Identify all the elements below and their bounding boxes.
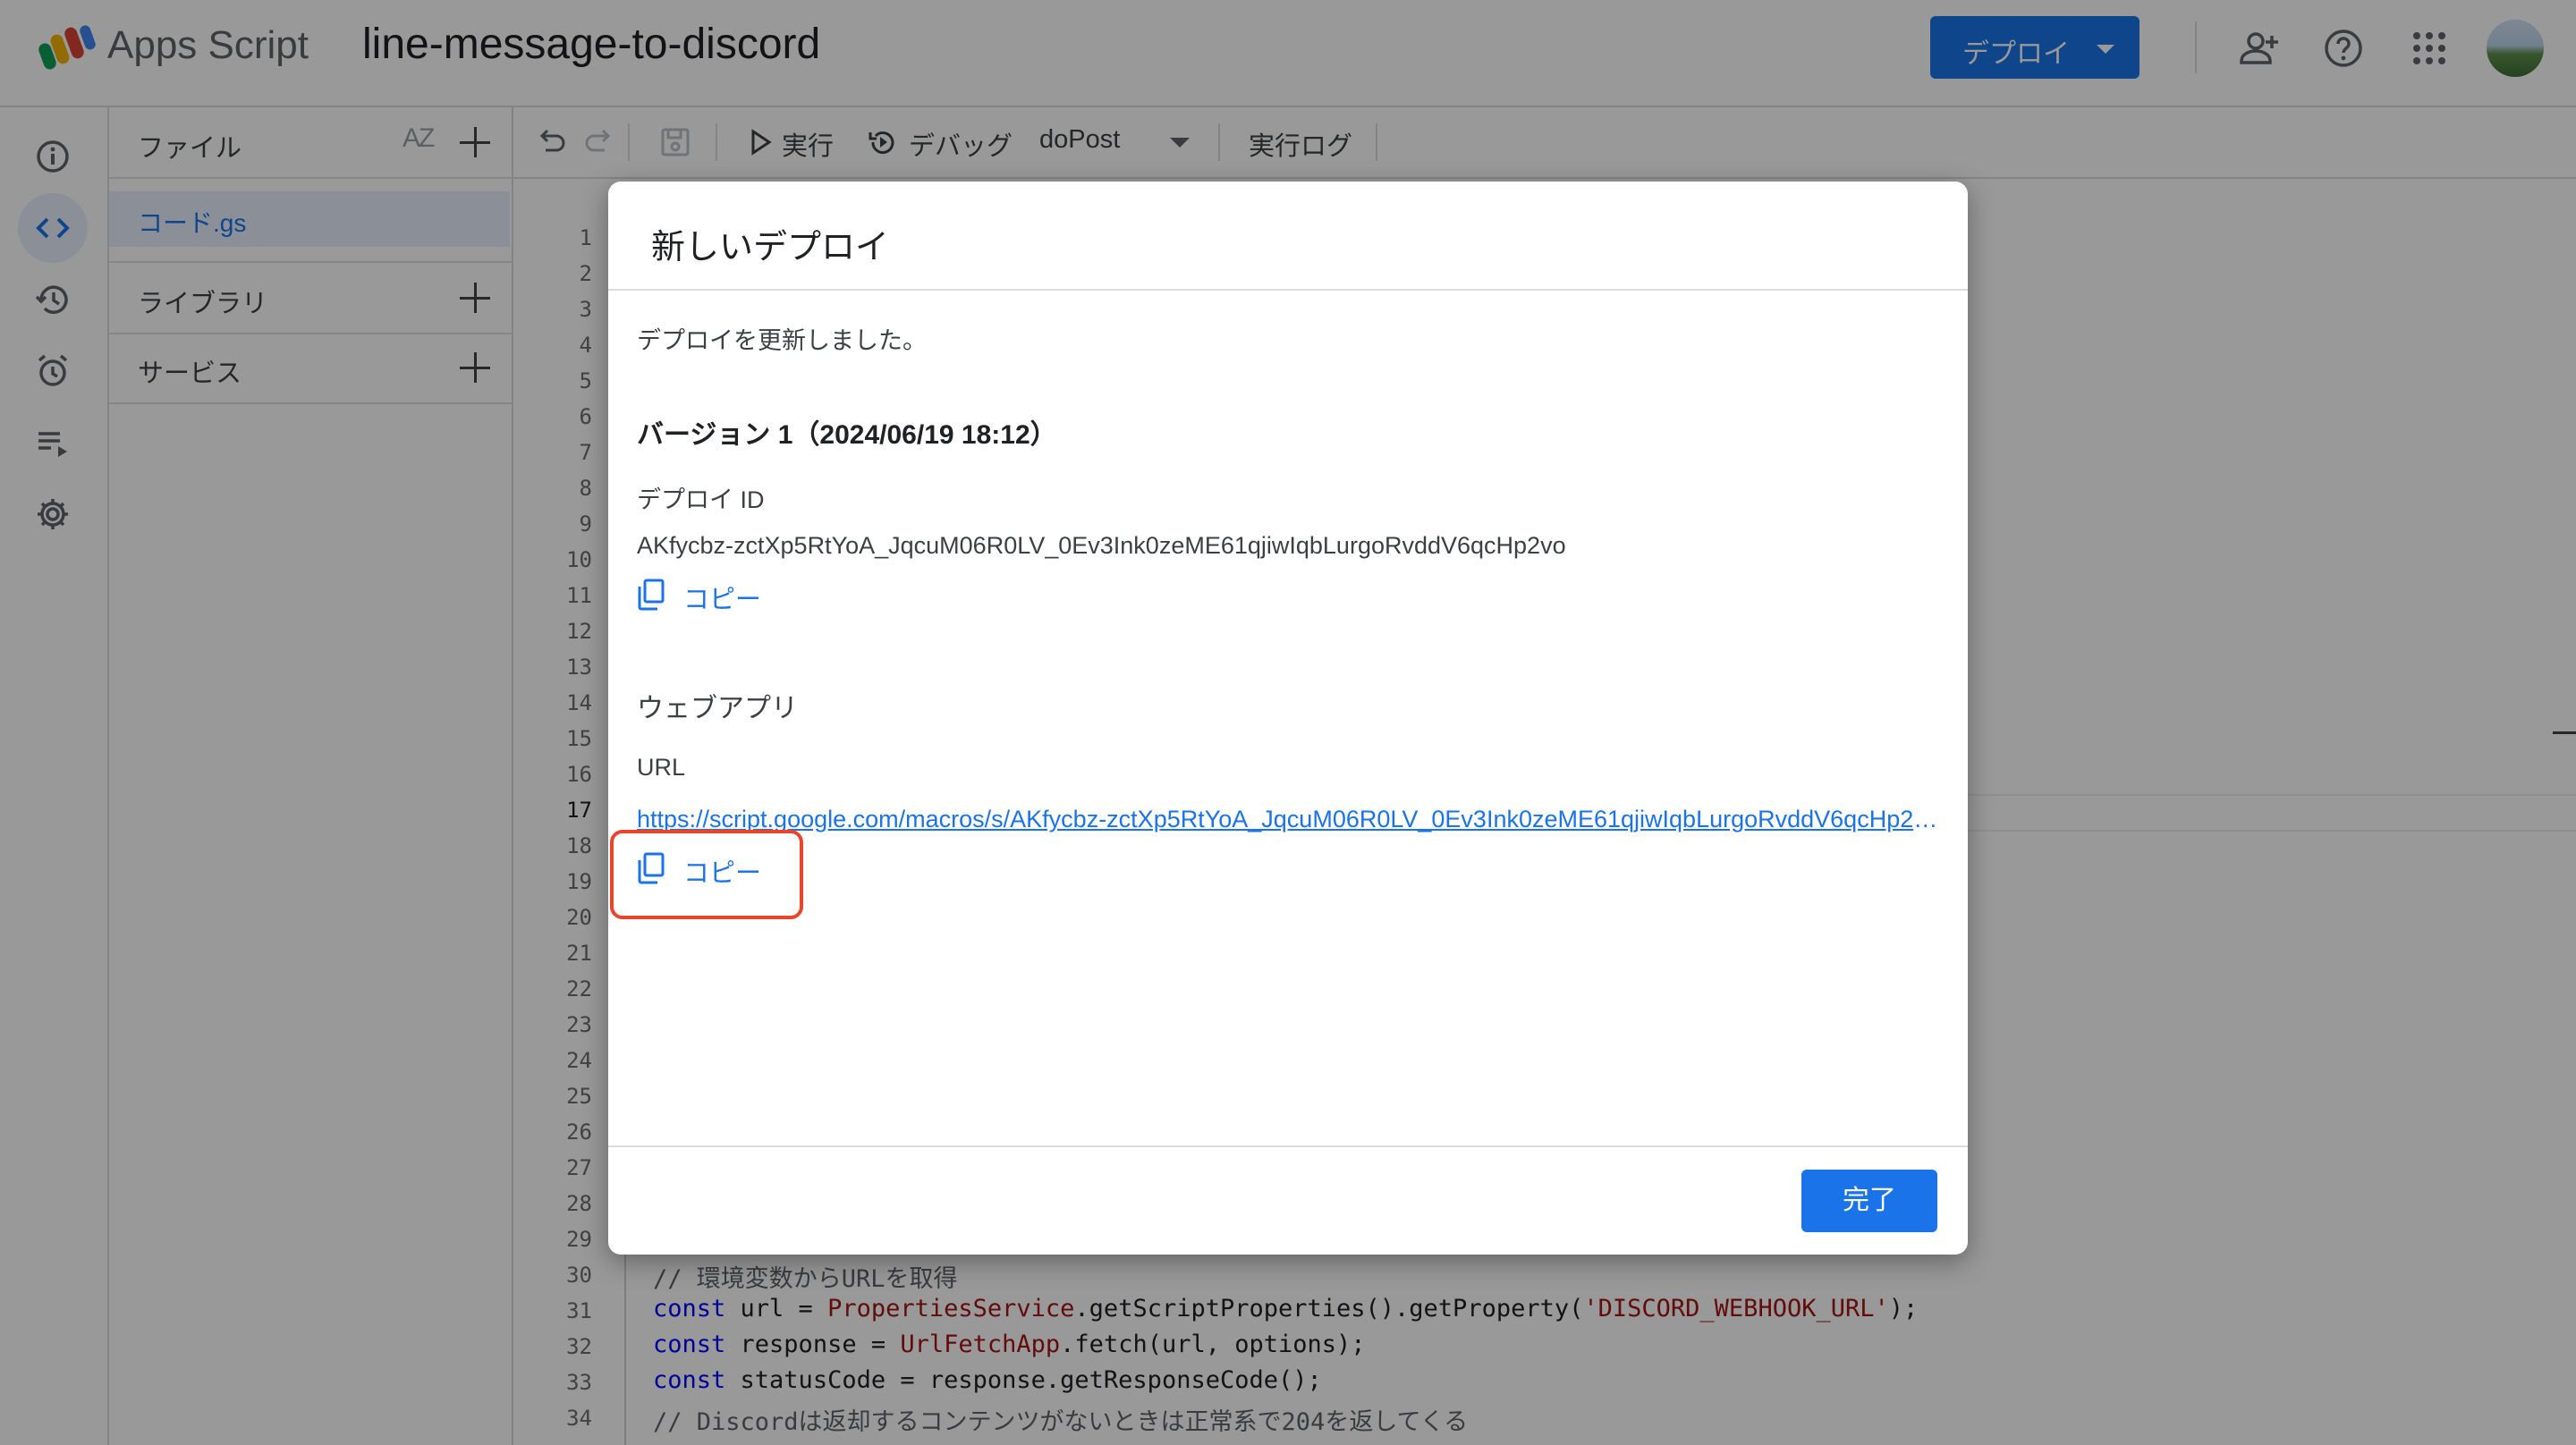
- webapp-url-link[interactable]: https://script.google.com/macros/s/AKfyc…: [637, 806, 1943, 833]
- dialog-footer-divider: [608, 1145, 1968, 1147]
- url-label: URL: [637, 754, 686, 781]
- deploy-id-value: AKfycbz-zctXp5RtYoA_JqcuM06R0LV_0Ev3Ink0…: [637, 532, 1566, 559]
- new-deployment-dialog: 新しいデプロイ デプロイを更新しました。 バージョン 1（2024/06/19 …: [608, 182, 1968, 1255]
- webapp-heading: ウェブアプリ: [637, 694, 798, 723]
- done-button[interactable]: 完了: [1801, 1170, 1937, 1232]
- version-heading: バージョン 1（2024/06/19 18:12）: [637, 420, 1057, 450]
- copy-deploy-id-button[interactable]: コピー: [637, 575, 780, 614]
- deployment-updated-message: デプロイを更新しました。: [637, 327, 927, 354]
- dialog-divider: [608, 289, 1968, 291]
- deploy-id-label: デプロイ ID: [637, 486, 765, 513]
- copy-icon: [638, 579, 665, 611]
- copy-deploy-id-label: コピー: [683, 586, 762, 614]
- annotation-highlight-box: [610, 830, 803, 919]
- dialog-title: 新しいデプロイ: [651, 229, 890, 266]
